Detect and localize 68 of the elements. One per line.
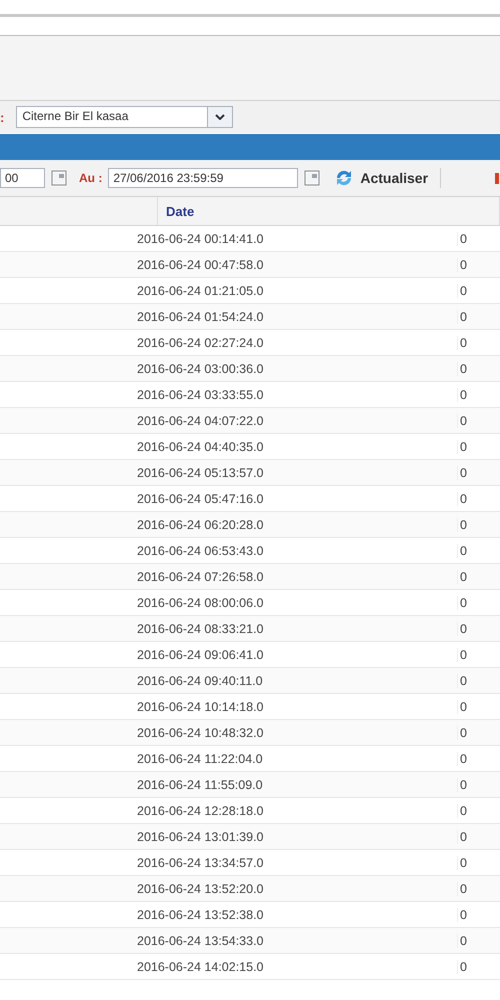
value-cell: 0 (460, 284, 467, 298)
value-cell: 0 (460, 700, 467, 714)
end-date-label: Au : (79, 171, 102, 185)
value-cell: 0 (460, 726, 467, 740)
date-cell: 2016-06-24 13:52:20.0 (137, 882, 264, 896)
value-cell: 0 (460, 882, 467, 896)
value-cell: 0 (460, 518, 467, 532)
date-cell: 2016-06-24 04:40:35.0 (137, 440, 264, 454)
date-cell: 2016-06-24 07:26:58.0 (137, 570, 264, 584)
date-cell: 2016-06-24 13:54:33.0 (137, 934, 264, 948)
value-cell: 0 (460, 856, 467, 870)
date-cell: 2016-06-24 01:21:05.0 (137, 284, 264, 298)
refresh-button[interactable]: Actualiser (334, 169, 428, 187)
value-cell: 0 (460, 336, 467, 350)
date-cell: 2016-06-24 13:52:38.0 (137, 908, 264, 922)
dropdown-caret-icon (215, 114, 226, 120)
date-cell: 2016-06-24 10:14:18.0 (137, 700, 264, 714)
value-cell: 0 (460, 310, 467, 324)
date-cell: 2016-06-24 02:27:24.0 (137, 336, 264, 350)
date-cell: 2016-06-24 03:33:55.0 (137, 388, 264, 402)
date-cell: 2016-06-24 04:07:22.0 (137, 414, 264, 428)
value-cell: 0 (460, 362, 467, 376)
date-cell: 2016-06-24 01:54:24.0 (137, 310, 264, 324)
value-cell: 0 (460, 648, 467, 662)
start-date-field[interactable]: 00 (0, 168, 45, 188)
value-cell: 0 (460, 440, 467, 454)
toolbar-icon[interactable] (492, 171, 500, 185)
value-cell: 0 (460, 232, 467, 246)
value-cell: 0 (460, 258, 467, 272)
date-cell: 2016-06-24 11:55:09.0 (137, 778, 263, 792)
value-cell: 0 (460, 492, 467, 506)
value-cell: 0 (460, 544, 467, 558)
value-cell: 0 (460, 466, 467, 480)
date-cell: 2016-06-24 08:33:21.0 (137, 622, 264, 636)
value-cell: 0 (460, 960, 467, 974)
value-cell: 0 (460, 934, 467, 948)
date-cell: 2016-06-24 06:53:43.0 (137, 544, 264, 558)
date-cell: 2016-06-24 10:48:32.0 (137, 726, 264, 740)
date-cell: 2016-06-24 00:47:58.0 (137, 258, 264, 272)
value-cell: 0 (460, 596, 467, 610)
filter-label: : (0, 110, 4, 124)
calendar-icon[interactable] (304, 170, 320, 186)
date-cell: 2016-06-24 11:22:04.0 (137, 752, 263, 766)
tank-select[interactable]: Citerne Bir El kasaa (16, 106, 234, 128)
value-cell: 0 (460, 622, 467, 636)
date-cell: 2016-06-24 08:00:06.0 (137, 596, 264, 610)
value-cell: 0 (460, 908, 467, 922)
value-cell: 0 (460, 804, 467, 818)
calendar-icon[interactable] (51, 170, 67, 186)
end-date-field[interactable]: 27/06/2016 23:59:59 (108, 168, 298, 188)
date-cell: 2016-06-24 05:47:16.0 (137, 492, 264, 506)
date-cell: 2016-06-24 09:40:11.0 (137, 674, 263, 688)
value-cell: 0 (460, 752, 467, 766)
value-cell: 0 (460, 388, 467, 402)
value-cell: 0 (460, 674, 467, 688)
date-cell: 2016-06-24 13:01:39.0 (137, 830, 264, 844)
date-cell: 2016-06-24 00:14:41.0 (137, 232, 264, 246)
date-cell: 2016-06-24 12:28:18.0 (137, 804, 264, 818)
date-cell: 2016-06-24 14:02:15.0 (137, 960, 264, 974)
value-cell: 0 (460, 414, 467, 428)
value-cell: 0 (460, 778, 467, 792)
date-cell: 2016-06-24 05:13:57.0 (137, 466, 264, 480)
date-cell: 2016-06-24 03:00:36.0 (137, 362, 264, 376)
value-cell: 0 (460, 830, 467, 844)
value-cell: 0 (460, 570, 467, 584)
date-cell: 2016-06-24 06:20:28.0 (137, 518, 264, 532)
date-cell: 2016-06-24 13:34:57.0 (137, 856, 264, 870)
date-cell: 2016-06-24 09:06:41.0 (137, 648, 264, 662)
